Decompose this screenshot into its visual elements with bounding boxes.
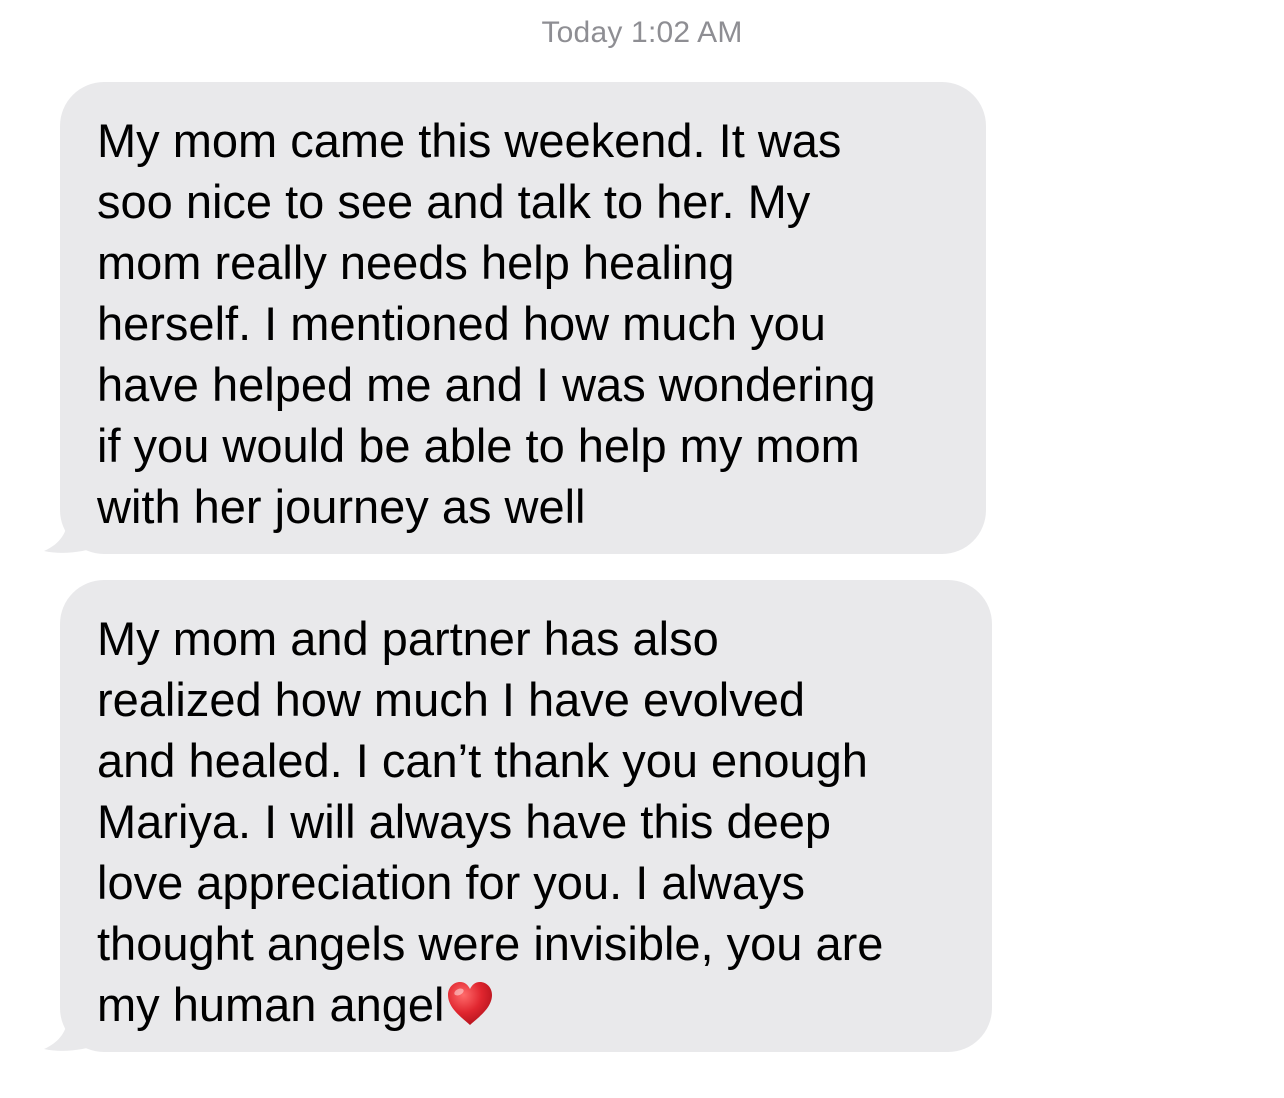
message-timestamp: Today 1:02 AM [541, 16, 743, 49]
message-bubble-incoming[interactable]: My mom came this weekend. It was soo nic… [60, 82, 986, 554]
message-text: My mom came this weekend. It was soo nic… [97, 114, 876, 533]
heart-emoji-icon [448, 982, 493, 1025]
message-text-body: My mom and partner has also realized how… [97, 612, 884, 1031]
message-bubble-incoming[interactable]: My mom and partner has also realized how… [60, 580, 992, 1052]
message-text: My mom and partner has also realized how… [97, 608, 956, 1035]
